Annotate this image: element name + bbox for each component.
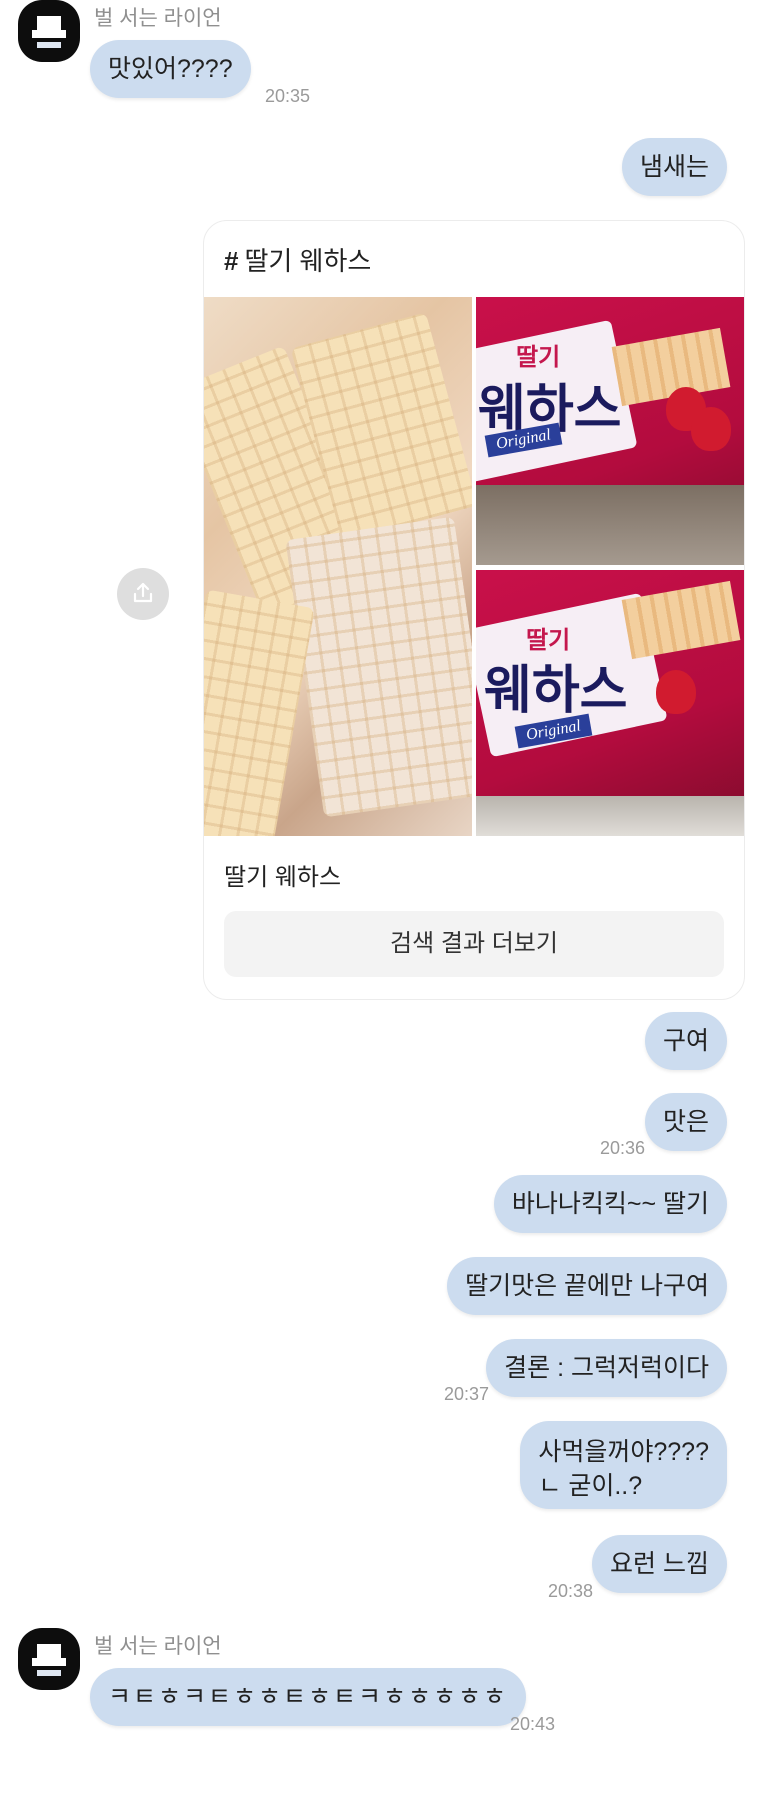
package-brand: 웨하스 [484, 662, 628, 720]
share-icon [133, 582, 153, 603]
message-line: ㄴ 굳이..? [538, 1472, 643, 1500]
message-time: 20:43 [510, 1714, 556, 1734]
more-results-button[interactable]: 검색 결과 더보기 [224, 911, 724, 977]
message-bubble[interactable]: 요런 느낌 [592, 1535, 727, 1593]
hashtag-icon: # [224, 246, 239, 276]
card-title: # 딸기 웨하스 [224, 241, 371, 278]
message-bubble[interactable]: 바나나킥킥~~ 딸기 [493, 1175, 727, 1233]
message-time: 20:37 [444, 1384, 490, 1404]
message-bubble[interactable]: 결론 : 그럭저럭이다 [486, 1339, 727, 1397]
message-bubble[interactable]: 사먹을꺼야???? ㄴ 굳이..? [520, 1421, 727, 1509]
sender-name: 벌 서는 라이언 [94, 7, 222, 30]
message-bubble[interactable]: 딸기맛은 끝에만 나구여 [447, 1257, 727, 1315]
message-bubble[interactable]: ㅋㅌㅎㅋㅌㅎㅎㅌㅎㅌㅋㅎㅎㅎㅎㅎ [90, 1668, 527, 1726]
wafer-photo[interactable] [204, 297, 472, 836]
avatar[interactable] [18, 1628, 80, 1690]
message-bubble[interactable]: 냄새는 [621, 138, 727, 196]
share-button[interactable] [117, 568, 169, 620]
message-time: 20:38 [548, 1581, 594, 1601]
avatar[interactable] [18, 0, 80, 62]
message-time: 20:36 [600, 1138, 646, 1158]
card-title-text: 딸기 웨하스 [244, 246, 372, 276]
package-photo[interactable]: 딸기 웨하스 Original [476, 570, 744, 836]
message-bubble[interactable]: 맛은 [644, 1093, 727, 1151]
sender-name: 벌 서는 라이언 [94, 1635, 222, 1658]
card-caption: 딸기 웨하스 [224, 864, 342, 891]
package-photo[interactable]: 딸기 웨하스 Original [476, 297, 744, 565]
message-bubble[interactable]: 맛있어???? [90, 40, 251, 98]
search-result-card[interactable]: # 딸기 웨하스 딸기 웨하스 Original 딸기 웨하스 Original … [203, 220, 745, 1000]
message-time: 20:35 [265, 86, 311, 106]
message-bubble[interactable]: 구여 [644, 1012, 727, 1070]
message-line: 사먹을꺼야???? [538, 1438, 709, 1466]
